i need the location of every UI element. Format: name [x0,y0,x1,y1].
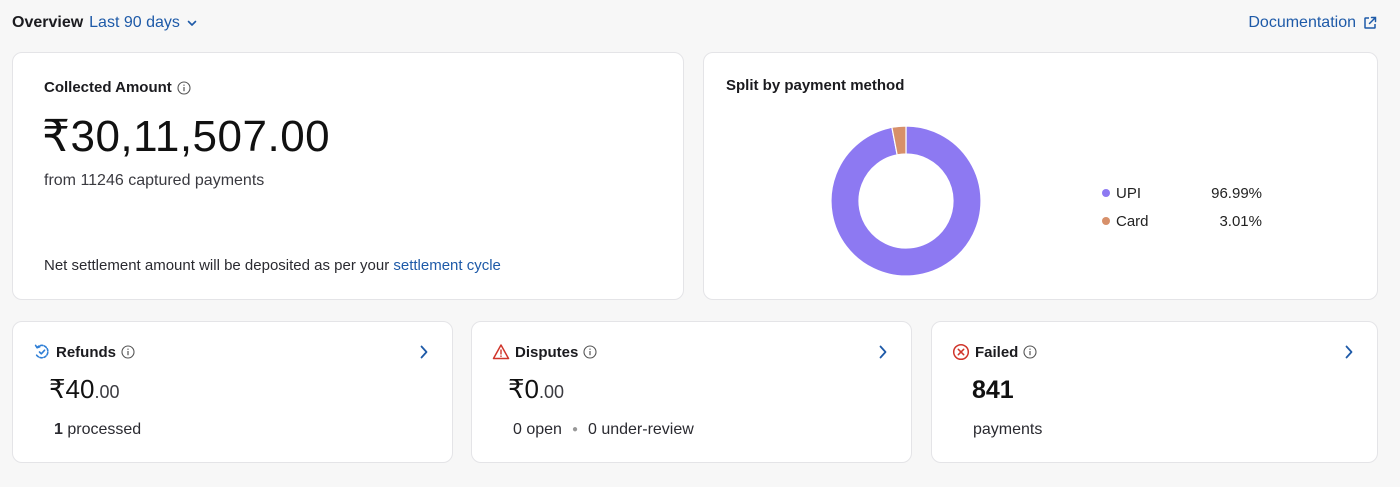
warning-icon [492,344,510,360]
chart-legend: UPI 96.99% Card 3.01% [1102,179,1262,235]
disputes-open: 0 open [513,421,562,438]
captured-payments-text: from 11246 captured payments [44,172,265,189]
refunds-processed: 1 processed [54,421,141,439]
info-icon[interactable] [1023,345,1037,359]
currency-symbol: ₹ [49,374,66,404]
chevron-right-icon[interactable] [875,344,891,360]
refunds-amount-whole: 40 [65,374,95,404]
refunds-processed-count: 1 [54,421,63,438]
disputes-card[interactable]: Disputes ₹0.00 0 open ● 0 under-review [471,321,912,463]
legend-value-upi: 96.99% [1211,184,1262,202]
info-icon[interactable] [583,345,597,359]
legend-item-upi: UPI 96.99% [1102,179,1262,207]
failed-icon [952,343,970,361]
chevron-right-icon[interactable] [1341,344,1357,360]
date-range-label: Last 90 days [89,14,180,31]
legend-dot-upi [1102,189,1110,197]
settlement-note-text: Net settlement amount will be deposited … [44,257,390,274]
disputes-amount: ₹0.00 [508,374,564,405]
refunds-card[interactable]: Refunds ₹40.00 1 processed [12,321,453,463]
disputes-under-review: 0 under-review [587,421,694,438]
settlement-note: Net settlement amount will be deposited … [44,257,501,274]
refunds-processed-label: processed [67,421,142,438]
failed-title: Failed [975,343,1019,361]
failed-card[interactable]: Failed 841 payments [931,321,1378,463]
refunds-header: Refunds [33,343,135,361]
settlement-cycle-link[interactable]: settlement cycle [393,257,501,274]
page-title: Overview [12,14,84,31]
overview-header: Overview Last 90 days [12,14,198,32]
chevron-down-icon [187,20,197,26]
disputes-header: Disputes [492,343,597,361]
top-bar: Overview Last 90 days Documentation [12,10,1378,36]
chevron-right-icon[interactable] [416,344,432,360]
info-icon[interactable] [177,80,191,95]
legend-label-upi: UPI [1116,184,1142,202]
legend-item-card: Card 3.01% [1102,207,1262,235]
refunds-amount-cents: .00 [94,382,120,402]
disputes-amount-cents: .00 [539,382,565,402]
documentation-label: Documentation [1248,14,1356,31]
disputes-status-line: 0 open ● 0 under-review [513,421,694,439]
documentation-link[interactable]: Documentation [1248,14,1378,32]
currency-symbol: ₹ [508,374,525,404]
split-title: Split by payment method [726,77,905,94]
legend-label-card: Card [1116,212,1149,230]
collected-amount-value: ₹30,11,507.00 [42,112,331,161]
info-icon[interactable] [121,345,135,359]
legend-dot-card [1102,217,1110,225]
date-range-dropdown[interactable]: Last 90 days [89,14,198,32]
failed-label: payments [973,421,1043,438]
refunds-amount: ₹40.00 [49,374,120,405]
legend-value-card: 3.01% [1219,212,1262,230]
failed-header: Failed [952,343,1037,361]
refunds-title: Refunds [56,343,116,361]
failed-count: 841 [972,376,1014,404]
collected-amount-card: Collected Amount ₹30,11,507.00 from 1124… [12,52,684,300]
separator-dot: ● [571,424,578,436]
refund-icon [34,344,49,359]
disputes-title: Disputes [515,343,579,361]
disputes-amount-whole: 0 [524,374,540,404]
payment-method-split-card: Split by payment method UPI 96.99% Card … [703,52,1378,300]
external-link-icon [1364,16,1377,29]
collected-amount-header: Collected Amount [44,79,191,96]
collected-amount-title: Collected Amount [44,79,172,96]
payment-method-donut-chart [830,125,982,277]
